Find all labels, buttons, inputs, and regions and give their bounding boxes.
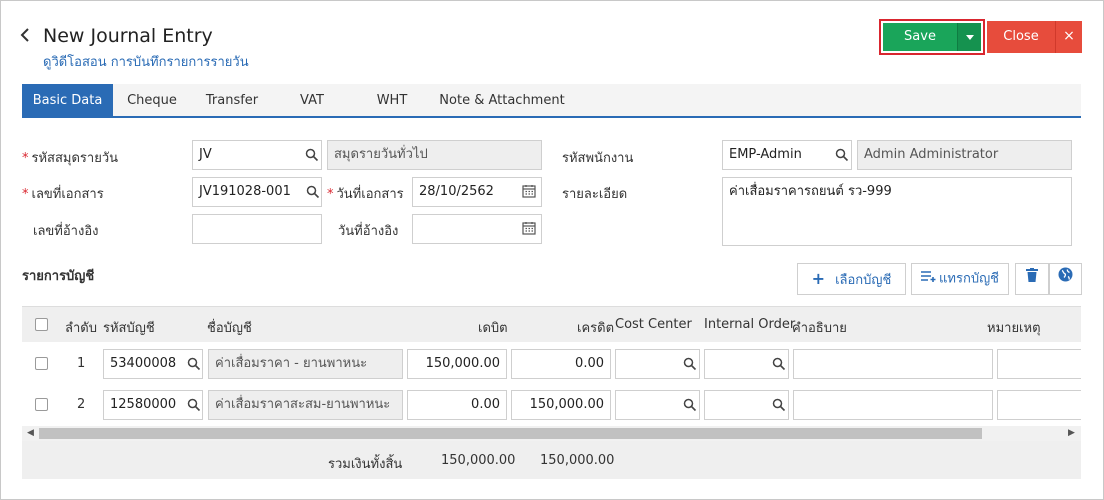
col-account-name: ชื่อบัญชี xyxy=(207,321,252,336)
search-icon[interactable] xyxy=(305,148,319,162)
ref-no-input[interactable] xyxy=(192,214,322,244)
total-debit: 150,000.00 xyxy=(441,453,516,468)
row-checkbox[interactable] xyxy=(35,398,48,411)
page-title: New Journal Entry xyxy=(43,25,213,47)
tab-basic-data[interactable]: Basic Data xyxy=(22,84,113,118)
total-label: รวมเงินทั้งสิ้น xyxy=(328,457,403,472)
col-description: คำอธิบาย xyxy=(792,321,847,336)
col-account-code: รหัสบัญชี xyxy=(103,321,155,336)
debit-input[interactable]: 150,000.00 xyxy=(407,349,507,379)
col-internal-order: Internal Order xyxy=(704,317,796,332)
col-debit: เดบิต xyxy=(478,321,508,336)
search-icon[interactable] xyxy=(835,148,849,162)
save-button-group: Save xyxy=(879,19,985,55)
trash-icon xyxy=(1026,264,1038,294)
col-no: ลำดับ xyxy=(65,321,97,336)
search-icon[interactable] xyxy=(683,357,697,371)
journal-code-input[interactable]: JV xyxy=(192,140,322,170)
search-icon[interactable] xyxy=(772,357,786,371)
total-credit: 150,000.00 xyxy=(540,453,615,468)
calendar-icon[interactable] xyxy=(522,184,536,198)
search-icon[interactable] xyxy=(683,398,697,412)
select-account-button[interactable]: + เลือกบัญชี xyxy=(797,263,906,295)
horizontal-scrollbar[interactable]: ◀ ▶ xyxy=(22,426,1081,441)
account-name-field: ค่าเสื่อมราคาสะสม-ยานพาหนะ xyxy=(208,390,403,420)
plus-icon: + xyxy=(811,269,826,288)
tab-bar: Basic Data Cheque Transfer VAT WHT Note … xyxy=(22,84,1081,118)
tab-transfer[interactable]: Transfer xyxy=(196,84,268,118)
tab-vat[interactable]: VAT xyxy=(284,84,340,118)
row-number: 1 xyxy=(77,356,86,371)
debit-input[interactable]: 0.00 xyxy=(407,390,507,420)
col-remark: หมายเหตุ xyxy=(987,321,1041,336)
scrollbar-thumb[interactable] xyxy=(39,428,982,439)
row-description-input[interactable] xyxy=(793,349,993,379)
scroll-right-icon[interactable]: ▶ xyxy=(1068,428,1075,438)
employee-code-input[interactable]: EMP-Admin xyxy=(722,140,852,170)
search-icon[interactable] xyxy=(306,185,320,199)
row-remark-input[interactable] xyxy=(997,390,1081,420)
credit-input[interactable]: 0.00 xyxy=(511,349,611,379)
language-button[interactable] xyxy=(1049,263,1082,295)
tab-cheque[interactable]: Cheque xyxy=(115,84,189,118)
globe-icon xyxy=(1058,264,1073,294)
caret-down-icon xyxy=(965,35,974,40)
journal-name-field: สมุดรายวันทั่วไป xyxy=(327,140,542,170)
select-all-checkbox[interactable] xyxy=(35,318,48,331)
row-description-input[interactable] xyxy=(793,390,993,420)
tutorial-video-link[interactable]: ดูวิดีโอสอน การบันทึกรายการรายวัน xyxy=(43,51,249,72)
employee-name-field: Admin Administrator xyxy=(857,140,1072,170)
save-dropdown-button[interactable] xyxy=(957,23,981,51)
insert-list-icon xyxy=(921,264,937,294)
col-credit: เครดิต xyxy=(577,321,615,336)
ref-no-label: เลขที่อ้างอิง xyxy=(33,224,99,239)
search-icon[interactable] xyxy=(772,398,786,412)
accounts-grid-header: ลำดับ รหัสบัญชี ชื่อบัญชี เดบิต เครดิต C… xyxy=(22,306,1081,342)
delete-row-button[interactable] xyxy=(1015,263,1049,295)
insert-account-button[interactable]: แทรกบัญชี xyxy=(911,263,1009,295)
credit-input[interactable]: 150,000.00 xyxy=(511,390,611,420)
doc-no-label: * เลขที่เอกสาร xyxy=(22,187,104,202)
journal-code-label: * รหัสสมุดรายวัน xyxy=(22,151,119,166)
close-button[interactable]: Close xyxy=(987,21,1055,53)
save-button[interactable]: Save xyxy=(883,23,957,51)
close-x-button[interactable]: × xyxy=(1055,21,1082,53)
calendar-icon[interactable] xyxy=(522,221,536,235)
employee-code-label: รหัสพนักงาน xyxy=(562,151,634,166)
row-remark-input[interactable] xyxy=(997,349,1081,379)
back-chevron-icon[interactable] xyxy=(19,27,33,48)
search-icon[interactable] xyxy=(187,398,201,412)
search-icon[interactable] xyxy=(187,357,201,371)
window-frame: New Journal Entry ดูวิดีโอสอน การบันทึกร… xyxy=(0,0,1104,500)
description-textarea[interactable]: ค่าเสื่อมราคารถยนต์ รว-999 xyxy=(722,177,1072,246)
ref-date-label: วันที่อ้างอิง xyxy=(338,224,399,239)
tab-note-attachment[interactable]: Note & Attachment xyxy=(434,84,570,118)
row-checkbox[interactable] xyxy=(35,357,48,370)
col-cost-center: Cost Center xyxy=(615,317,692,332)
doc-date-label: * วันที่เอกสาร xyxy=(327,187,404,202)
scroll-left-icon[interactable]: ◀ xyxy=(27,428,34,438)
description-label: รายละเอียด xyxy=(562,187,628,202)
accounts-section-title: รายการบัญชี xyxy=(22,269,95,284)
account-name-field: ค่าเสื่อมราคา - ยานพาหนะ xyxy=(208,349,403,379)
tab-wht[interactable]: WHT xyxy=(362,84,422,118)
doc-no-input[interactable]: JV191028-001 xyxy=(192,177,322,207)
totals-footer: รวมเงินทั้งสิ้น 150,000.00 150,000.00 xyxy=(22,441,1081,479)
row-number: 2 xyxy=(77,397,86,412)
